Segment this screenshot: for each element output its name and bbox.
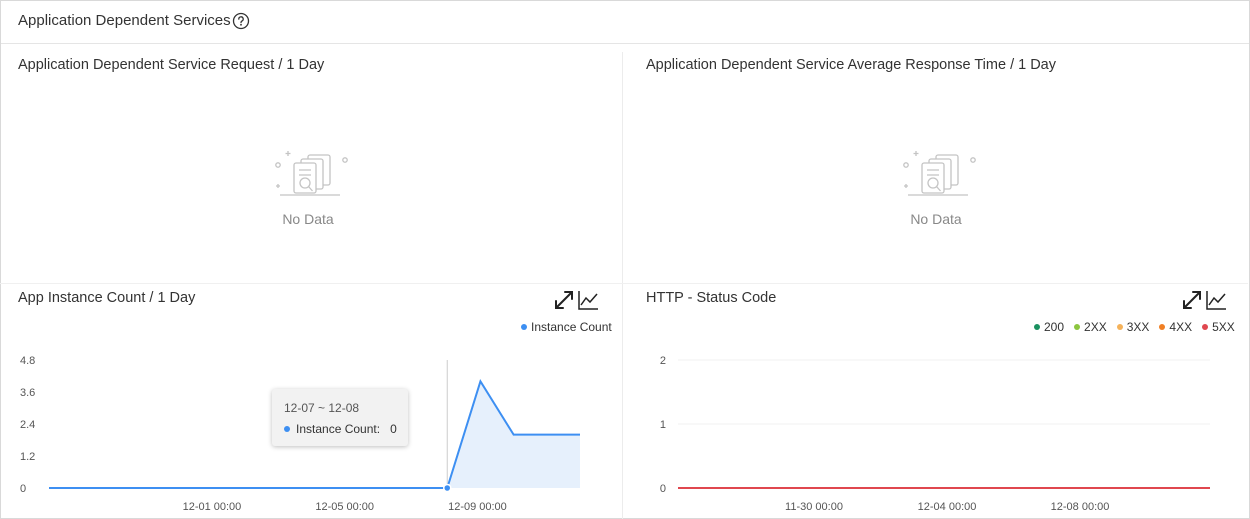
tooltip-value: 0	[390, 422, 397, 436]
card-header: Application Dependent Services	[1, 1, 1249, 44]
x-tick-label: 12-05 00:00	[315, 501, 374, 513]
legend-item-4xx[interactable]: 4XX	[1159, 320, 1192, 334]
legend-item-instance-count[interactable]: Instance Count	[521, 320, 612, 334]
x-tick-label: 12-09 00:00	[448, 501, 507, 513]
y-tick-label: 0	[20, 483, 26, 495]
tooltip-title: 12-07 ~ 12-08	[284, 401, 360, 415]
response-time-panel-title: Application Dependent Service Average Re…	[646, 57, 1057, 73]
response-time-no-data-label: No Data	[910, 211, 962, 227]
requests-no-data-label: No Data	[282, 211, 334, 227]
instance-count-panel-title: App Instance Count / 1 Day	[18, 290, 196, 306]
help-icon[interactable]	[232, 12, 250, 30]
legend-label: 4XX	[1169, 320, 1193, 334]
requests-empty-state: No Data	[258, 148, 358, 227]
data-point	[443, 483, 452, 493]
expand-icon[interactable]	[553, 289, 575, 311]
expand-icon[interactable]	[1181, 289, 1203, 311]
line-chart-icon[interactable]	[1205, 289, 1227, 311]
y-tick-label: 4.8	[20, 355, 35, 367]
no-data-icon	[903, 151, 982, 196]
x-tick-label: 11-30 00:00	[785, 501, 843, 513]
row-divider	[0, 283, 1248, 284]
y-tick-label: 0	[660, 483, 666, 495]
legend-dot	[1202, 324, 1209, 330]
legend-label: 200	[1044, 320, 1065, 334]
legend-item-2xx[interactable]: 2XX	[1074, 320, 1107, 334]
y-tick-label: 2	[660, 355, 666, 367]
y-tick-label: 1.2	[20, 451, 35, 463]
legend-dot	[521, 324, 527, 330]
tooltip-row: Instance Count: 0	[284, 422, 397, 436]
legend-item-200[interactable]: 200	[1034, 320, 1064, 334]
y-tick-label: 2.4	[20, 419, 35, 431]
card-title: Application Dependent Services	[18, 12, 231, 29]
y-tick-label: 1	[660, 419, 666, 431]
http-status-panel-title: HTTP - Status Code	[646, 290, 777, 306]
x-tick-label: 12-08 00:00	[1051, 501, 1110, 513]
legend-dot	[1159, 324, 1166, 330]
x-tick-label: 12-04 00:00	[918, 501, 977, 513]
requests-panel-title: Application Dependent Service Request / …	[18, 57, 325, 73]
instance-count-legend: Instance Count	[521, 320, 612, 334]
legend-label: 5XX	[1212, 320, 1235, 334]
tooltip-dot	[284, 426, 290, 432]
http-status-legend: 200 2XX 3XX 4XX 5XX	[1034, 320, 1235, 334]
legend-label: 3XX	[1126, 320, 1150, 334]
response-time-empty-state: No Data	[886, 148, 986, 227]
http-status-chart: 2 1 0 11-30 00:00 12-04 00:00 12-08 00:00	[660, 355, 1210, 513]
legend-item-3xx[interactable]: 3XX	[1116, 320, 1150, 334]
y-tick-label: 3.6	[20, 387, 35, 399]
no-data-icon	[275, 151, 354, 196]
tooltip-label: Instance Count:	[296, 422, 381, 436]
legend-label: 2XX	[1084, 320, 1107, 334]
legend-item-5xx[interactable]: 5XX	[1202, 320, 1235, 334]
chart-tooltip: 12-07 ~ 12-08 Instance Count: 0	[272, 389, 408, 446]
legend-dot	[1034, 324, 1040, 330]
legend-dot	[1074, 324, 1081, 330]
legend-dot	[1116, 324, 1123, 330]
legend-label: Instance Count	[531, 320, 612, 334]
x-tick-label: 12-01 00:00	[183, 501, 242, 513]
line-chart-icon[interactable]	[577, 289, 599, 311]
